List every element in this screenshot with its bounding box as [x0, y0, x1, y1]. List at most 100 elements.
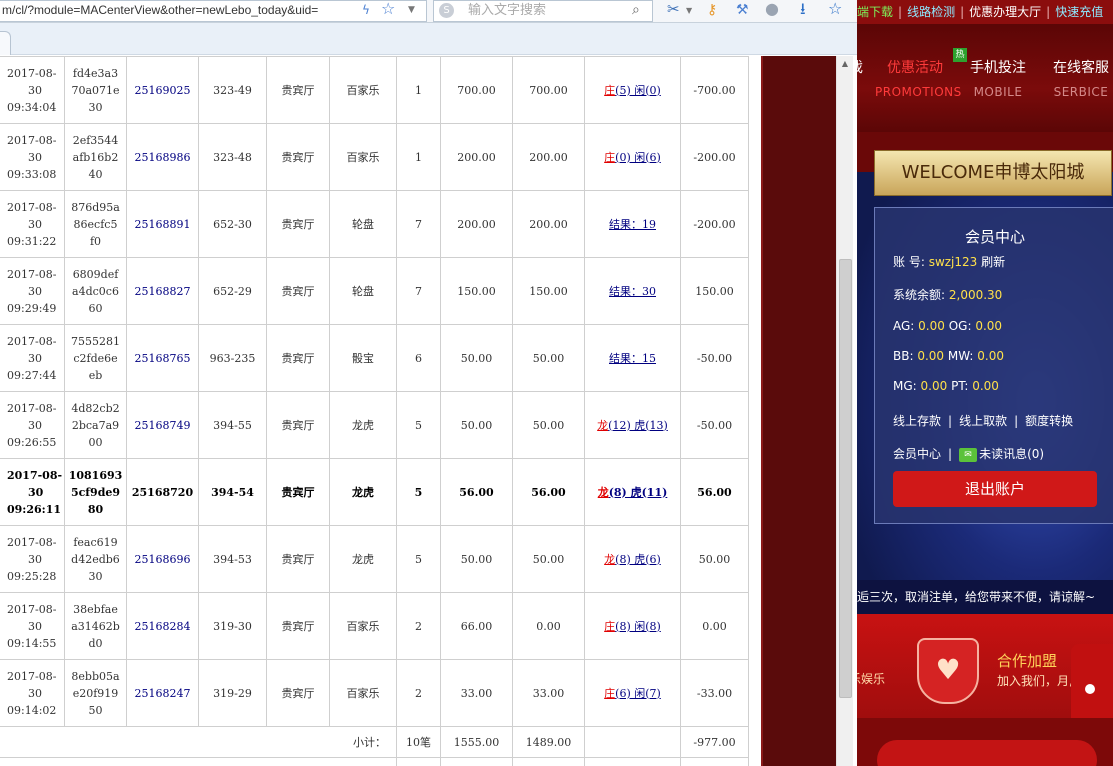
subtotal-count: 10笔	[396, 726, 441, 758]
bet-id-part: 70a071e	[71, 83, 120, 97]
unread-messages-link[interactable]: 未读讯息(0)	[979, 447, 1044, 461]
bet-result-part[interactable]: (8) 虎(6)	[615, 553, 661, 566]
bet-time-cell: 2017-08- 30 09:27:44	[0, 324, 65, 392]
bet-time-date: 2017-08-	[7, 66, 57, 80]
line-check-link[interactable]: 线路检测	[907, 0, 955, 24]
bet-result-part[interactable]: 龙	[604, 553, 615, 566]
bet-hall-cell: 贵宾厅	[266, 525, 330, 593]
lightning-icon[interactable]: ϟ	[362, 1, 370, 19]
bet-result-cell[interactable]: 龙(12) 虎(13)	[584, 391, 681, 459]
bet-valid-cell: 200.00	[512, 190, 585, 258]
transfer-link[interactable]: 额度转换	[1025, 414, 1073, 428]
bet-result-part[interactable]: 庄	[604, 687, 615, 700]
withdraw-link[interactable]: 线上取款	[959, 414, 1007, 428]
url-text: m/cl/?module=MACenterView&other=newLebo_…	[2, 3, 319, 17]
bet-result-cell[interactable]: 庄(5) 闲(0)	[584, 56, 681, 124]
bet-result-part[interactable]: 结果：30	[609, 285, 656, 298]
member-center-link[interactable]: 会员中心	[893, 447, 941, 461]
bet-result-cell[interactable]: 龙(8) 虎(11)	[584, 458, 681, 526]
bet-round-cell: 652-29	[198, 257, 267, 325]
deposit-link[interactable]: 线上存款	[893, 414, 941, 428]
logout-button[interactable]: 退出账户	[893, 471, 1097, 507]
bet-result-part[interactable]: (8) 虎(11)	[609, 486, 668, 499]
bet-result-cell[interactable]: 结果：30	[584, 257, 681, 325]
dropdown-icon[interactable]: ▼	[408, 1, 415, 19]
bet-time-day: 30	[28, 284, 42, 298]
scrollbar[interactable]: ▲	[836, 56, 853, 766]
bet-type-cell: 2	[396, 659, 441, 727]
favorite-star-icon[interactable]: ☆	[828, 0, 842, 18]
bet-time-cell: 2017-08- 30 09:33:08	[0, 123, 65, 191]
bet-result-cell[interactable]: 龙(8) 虎(6)	[584, 525, 681, 593]
search-box[interactable]: S 输入文字搜索 ⌕	[433, 0, 653, 22]
bet-amount-cell: 700.00	[440, 56, 513, 124]
bet-result-part[interactable]: 庄	[604, 620, 615, 633]
bet-result-part[interactable]: (12) 虎(13)	[608, 419, 668, 432]
bet-round-cell: 652-30	[198, 190, 267, 258]
bet-result-part[interactable]: 庄	[604, 151, 615, 164]
bet-order-cell[interactable]: 25168247	[126, 659, 199, 727]
scissors-icon[interactable]: ✂	[667, 0, 680, 18]
bet-order-cell[interactable]: 25168765	[126, 324, 199, 392]
bet-order-cell[interactable]: 25168827	[126, 257, 199, 325]
bet-id-cell: 2ef3544 afb16b2 40	[64, 123, 127, 191]
partner-left-text: 乐娱乐	[857, 672, 886, 686]
bet-result-part[interactable]: 龙	[597, 419, 608, 432]
bet-id-part: 50	[88, 703, 103, 717]
bet-id-cell: fd4e3a3 70a071e 30	[64, 56, 127, 124]
bet-order-cell[interactable]: 25168891	[126, 190, 199, 258]
bet-order-cell[interactable]: 25168720	[126, 458, 199, 526]
tab[interactable]	[0, 31, 11, 55]
bet-result-cell[interactable]: 结果：15	[584, 324, 681, 392]
bet-order-cell[interactable]: 25168986	[126, 123, 199, 191]
wrench-icon[interactable]: ⚒	[736, 1, 749, 19]
promo-hall-link[interactable]: 优惠办理大厅	[969, 0, 1041, 24]
bet-result-part[interactable]: (0) 闲(6)	[615, 151, 661, 164]
bet-result-cell[interactable]: 结果：19	[584, 190, 681, 258]
bet-type-cell: 2	[396, 592, 441, 660]
bet-id-part: fd4e3a3	[72, 66, 119, 80]
bet-time-cell: 2017-08- 30 09:14:55	[0, 592, 65, 660]
more-icon[interactable]: ●	[765, 0, 779, 18]
quick-deposit-link[interactable]: 快速充值	[1055, 0, 1103, 24]
bet-id-part: f0	[89, 234, 102, 248]
bet-result-cell[interactable]: 庄(6) 闲(7)	[584, 659, 681, 727]
bet-result-part[interactable]: (6) 闲(7)	[615, 687, 661, 700]
bet-result-cell[interactable]: 庄(0) 闲(6)	[584, 123, 681, 191]
star-icon[interactable]: ☆	[381, 0, 395, 18]
bet-result-cell[interactable]: 庄(8) 闲(8)	[584, 592, 681, 660]
bet-result-part[interactable]: (8) 闲(8)	[615, 620, 661, 633]
nav-item-games[interactable]: 戏	[857, 58, 863, 78]
nav-item-promotions[interactable]: 优惠活动 PROMOTIONS	[875, 58, 961, 100]
bet-hall-cell: 贵宾厅	[266, 458, 330, 526]
key-icon[interactable]: ⚷	[707, 1, 717, 19]
search-engine-icon[interactable]: S	[439, 3, 454, 18]
bet-result-part[interactable]: 龙	[598, 486, 609, 499]
bet-result-part[interactable]: 结果：15	[609, 352, 656, 365]
bet-order-cell[interactable]: 25168284	[126, 592, 199, 660]
total-label: 总计：	[0, 757, 397, 766]
scrollbar-thumb[interactable]	[839, 259, 852, 698]
refresh-link[interactable]: 刷新	[981, 255, 1005, 269]
scroll-up-arrow-icon[interactable]: ▲	[837, 56, 853, 72]
download-icon[interactable]: ⭳	[800, 0, 806, 18]
bet-id-part: 2ef3544	[72, 133, 119, 147]
bet-result-part[interactable]: 结果：19	[609, 218, 656, 231]
nav-item-mobile[interactable]: 手机投注 MOBILE	[962, 58, 1034, 100]
nav-item-service[interactable]: 在线客服 SERBICE	[1045, 58, 1113, 100]
bet-time-cell: 2017-08- 30 09:14:02	[0, 659, 65, 727]
bet-order-cell[interactable]: 25169025	[126, 56, 199, 124]
download-link[interactable]: 端下载	[857, 0, 893, 24]
bet-result-part[interactable]: 庄	[604, 84, 615, 97]
bet-order-cell[interactable]: 25168749	[126, 391, 199, 459]
bet-valid-cell: 33.00	[512, 659, 585, 727]
scissors-dropdown-icon[interactable]: ▼	[686, 2, 692, 20]
bet-id-part: c2fde6e	[73, 351, 118, 365]
bet-time-date: 2017-08-	[7, 334, 57, 348]
bet-type-cell: 5	[396, 458, 441, 526]
bet-valid-cell: 50.00	[512, 324, 585, 392]
bet-result-part[interactable]: (5) 闲(0)	[615, 84, 661, 97]
bet-order-cell[interactable]: 25168696	[126, 525, 199, 593]
search-icon[interactable]: ⌕	[632, 1, 640, 20]
background-site-edge	[761, 56, 838, 766]
